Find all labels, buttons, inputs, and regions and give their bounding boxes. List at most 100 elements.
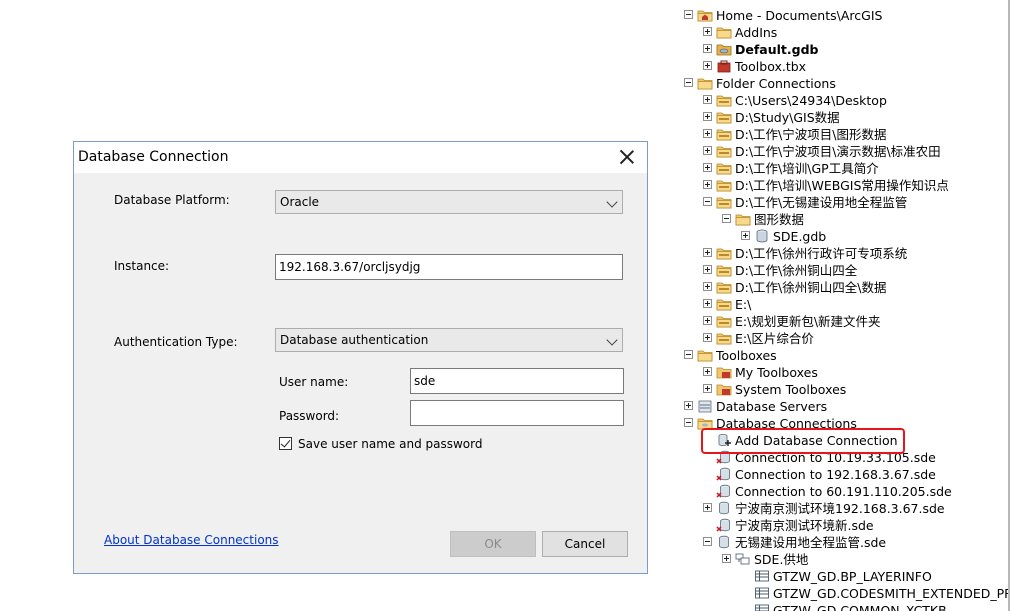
expand-icon[interactable]: [703, 112, 712, 121]
collapse-icon[interactable]: [684, 418, 693, 427]
expand-icon[interactable]: [703, 163, 712, 172]
cancel-button[interactable]: Cancel: [542, 531, 628, 557]
instance-input[interactable]: 192.168.3.67/orcljsydjg: [275, 254, 623, 280]
tree-item[interactable]: 图形数据: [677, 211, 1010, 228]
expand-icon[interactable]: [703, 316, 712, 325]
geodatabase-icon: [716, 42, 732, 56]
expand-icon[interactable]: [684, 401, 693, 410]
tree-item[interactable]: E:\区片综合价: [677, 330, 1010, 347]
tree-item[interactable]: SDE.gdb: [677, 228, 1010, 245]
authentication-type-select[interactable]: Database authentication: [275, 328, 623, 352]
tree-item-label: Folder Connections: [716, 76, 836, 91]
tree-item[interactable]: AddIns: [677, 24, 1010, 41]
table-icon: [754, 569, 770, 583]
expand-icon[interactable]: [703, 180, 712, 189]
save-credentials-label[interactable]: Save user name and password: [298, 437, 482, 451]
tree-item[interactable]: GTZW_GD.COMMON_XCTKB: [677, 602, 1010, 611]
expand-icon[interactable]: [703, 146, 712, 155]
table-icon: [754, 603, 770, 611]
password-input[interactable]: [410, 400, 624, 426]
tree-item[interactable]: Folder Connections: [677, 75, 1010, 92]
tree-item-label: E:\规划更新包\新建文件夹: [735, 314, 881, 329]
tree-item[interactable]: D:\工作\宁波项目\演示数据\标准农田: [677, 143, 1010, 160]
tree-item[interactable]: E:\: [677, 296, 1010, 313]
database-platform-select[interactable]: Oracle: [275, 190, 623, 214]
my-toolboxes-icon: [716, 365, 732, 379]
ok-button[interactable]: OK: [450, 531, 536, 557]
toolboxes-folder-icon: [697, 348, 713, 362]
expand-icon[interactable]: [703, 248, 712, 257]
expand-icon[interactable]: [703, 95, 712, 104]
tree-item[interactable]: C:\Users\24934\Desktop: [677, 92, 1010, 109]
expand-icon[interactable]: [703, 61, 712, 70]
tree-item[interactable]: Toolboxes: [677, 347, 1010, 364]
tree-item[interactable]: E:\规划更新包\新建文件夹: [677, 313, 1010, 330]
expand-icon[interactable]: [703, 282, 712, 291]
collapse-icon[interactable]: [722, 214, 731, 223]
expand-icon[interactable]: [703, 129, 712, 138]
folder-connection-icon: [716, 263, 732, 277]
expand-icon[interactable]: [703, 367, 712, 376]
tree-item[interactable]: D:\工作\无锡建设用地全程监管: [677, 194, 1010, 211]
expand-icon[interactable]: [703, 503, 712, 512]
tree-item-label: Default.gdb: [735, 42, 819, 57]
database-platform-value: Oracle: [280, 195, 320, 209]
tree-item-label: D:\工作\徐州行政许可专项系统: [735, 246, 908, 261]
tree-item[interactable]: D:\工作\宁波项目\图形数据: [677, 126, 1010, 143]
tree-item-label: D:\工作\培训\GP工具简介: [735, 161, 879, 176]
instance-value: 192.168.3.67/orcljsydjg: [279, 260, 421, 274]
chevron-down-icon: [606, 334, 618, 346]
expand-icon[interactable]: [703, 265, 712, 274]
tree-item[interactable]: Toolbox.tbx: [677, 58, 1010, 75]
tree-item-label: GTZW_GD.COMMON_XCTKB: [773, 603, 947, 611]
expand-icon[interactable]: [703, 299, 712, 308]
tree-item-label: Connection to 192.168.3.67.sde: [735, 467, 936, 482]
tree-item-label: AddIns: [735, 25, 778, 40]
table-icon: [754, 586, 770, 600]
tree-item[interactable]: Database Servers: [677, 398, 1010, 415]
tree-item[interactable]: My Toolboxes: [677, 364, 1010, 381]
folder-connection-icon: [716, 144, 732, 158]
tree-item[interactable]: SDE.供地: [677, 551, 1010, 568]
collapse-icon[interactable]: [703, 537, 712, 546]
expand-icon[interactable]: [703, 384, 712, 393]
save-credentials-checkbox[interactable]: [279, 437, 292, 450]
expand-icon[interactable]: [703, 27, 712, 36]
expand-icon[interactable]: [703, 44, 712, 53]
tree-item[interactable]: Connection to 60.191.110.205.sde: [677, 483, 1010, 500]
tree-item[interactable]: System Toolboxes: [677, 381, 1010, 398]
tree-item[interactable]: D:\工作\徐州行政许可专项系统: [677, 245, 1010, 262]
tree-item[interactable]: D:\Study\GIS数据: [677, 109, 1010, 126]
tree-item-label: 宁波南京测试环境新.sde: [735, 518, 874, 533]
tree-item[interactable]: GTZW_GD.BP_LAYERINFO: [677, 568, 1010, 585]
dialog-titlebar: Database Connection: [74, 142, 647, 173]
tree-item[interactable]: 无锡建设用地全程监管.sde: [677, 534, 1010, 551]
expand-icon[interactable]: [703, 333, 712, 342]
collapse-icon[interactable]: [684, 78, 693, 87]
tree-item[interactable]: Default.gdb: [677, 41, 1010, 58]
folder-connection-icon: [716, 110, 732, 124]
tree-item[interactable]: D:\工作\徐州铜山四全: [677, 262, 1010, 279]
folder-connection-icon: [716, 93, 732, 107]
collapse-icon[interactable]: [684, 350, 693, 359]
close-icon[interactable]: [620, 150, 634, 164]
instance-label: Instance:: [114, 259, 170, 273]
about-database-connections-link[interactable]: About Database Connections: [104, 533, 279, 547]
collapse-icon[interactable]: [703, 197, 712, 206]
expand-icon[interactable]: [741, 231, 750, 240]
tree-item[interactable]: D:\工作\培训\GP工具简介: [677, 160, 1010, 177]
folder-icon: [735, 212, 751, 226]
tree-item[interactable]: GTZW_GD.CODESMITH_EXTENDED_PROPERTIES: [677, 585, 1010, 602]
chevron-down-icon: [606, 196, 618, 208]
tree-item[interactable]: Connection to 192.168.3.67.sde: [677, 466, 1010, 483]
expand-icon[interactable]: [722, 554, 731, 563]
tree-item[interactable]: D:\工作\培训\WEBGIS常用操作知识点: [677, 177, 1010, 194]
tree-item[interactable]: 宁波南京测试环境192.168.3.67.sde: [677, 500, 1010, 517]
annotation-highlight-box: [701, 428, 905, 454]
tree-item[interactable]: 宁波南京测试环境新.sde: [677, 517, 1010, 534]
tree-item[interactable]: D:\工作\徐州铜山四全\数据: [677, 279, 1010, 296]
username-input[interactable]: sde: [410, 368, 624, 394]
folder-connection-icon: [716, 280, 732, 294]
tree-item[interactable]: Home - Documents\ArcGIS: [677, 7, 1010, 24]
collapse-icon[interactable]: [684, 10, 693, 19]
